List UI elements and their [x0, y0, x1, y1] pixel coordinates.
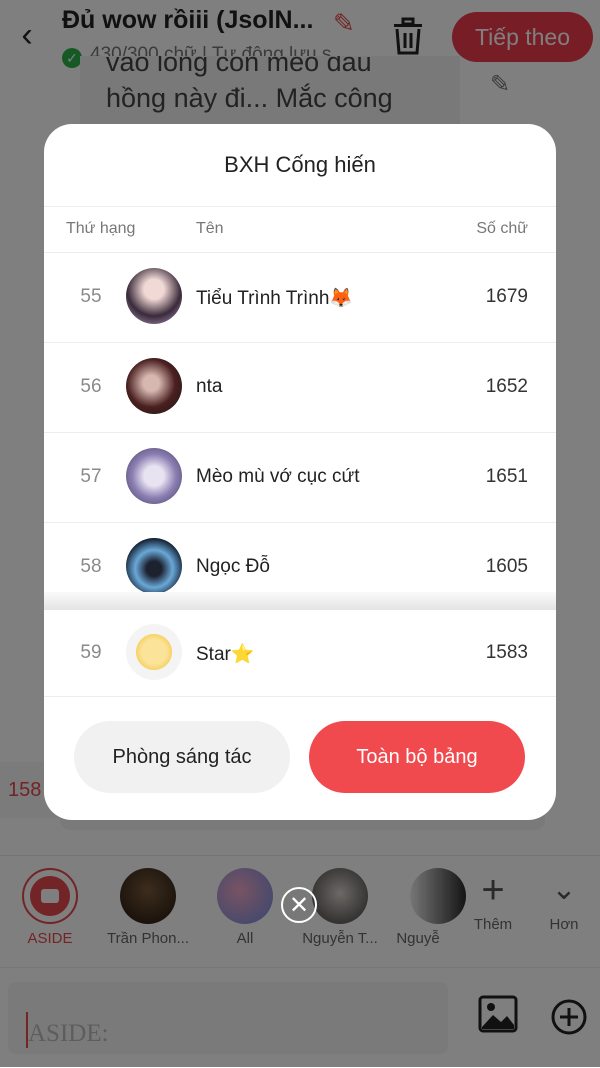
rank-cell: 57 [80, 466, 102, 487]
table-row[interactable]: 55 Tiểu Trình Trình🦊 1679 [44, 252, 556, 343]
count-cell: 1651 [485, 466, 528, 487]
avatar [126, 268, 182, 324]
count-cell: 1583 [485, 642, 528, 663]
scroll-fold [44, 592, 556, 610]
rank-cell: 56 [80, 376, 102, 397]
rank-cell: 55 [80, 286, 102, 307]
name-cell: Star⭐ [196, 644, 255, 665]
modal-title: BXH Cống hiến [44, 124, 556, 207]
table-row[interactable]: 56 nta 1652 [44, 342, 556, 433]
table-header: Thứ hạng Tên Số chữ [44, 206, 556, 253]
writing-room-button[interactable]: Phòng sáng tác [74, 721, 290, 793]
name-cell: Mèo mù vớ cục cứt [196, 466, 360, 487]
leaderboard-modal: BXH Cống hiến Thứ hạng Tên Số chữ 55 Tiể… [44, 124, 556, 820]
col-count-header: Số chữ [476, 220, 528, 237]
col-name-header: Tên [196, 220, 224, 237]
avatar [126, 624, 182, 680]
col-rank-header: Thứ hạng [66, 220, 136, 237]
name-cell: Tiểu Trình Trình🦊 [196, 288, 354, 309]
name-cell: nta [196, 376, 223, 397]
rank-cell: 59 [80, 642, 102, 663]
count-cell: 1605 [485, 556, 528, 577]
full-leaderboard-button[interactable]: Toàn bộ bảng [309, 721, 525, 793]
count-cell: 1679 [485, 286, 528, 307]
rank-cell: 58 [80, 556, 102, 577]
table-row[interactable]: 59 Star⭐ 1583 [44, 610, 556, 697]
table-row[interactable]: 57 Mèo mù vớ cục cứt 1651 [44, 432, 556, 523]
avatar [126, 448, 182, 504]
name-cell: Ngọc Đỗ [196, 556, 270, 577]
avatar [126, 538, 182, 594]
count-cell: 1652 [485, 376, 528, 397]
close-icon[interactable]: ✕ [281, 887, 317, 923]
avatar [126, 358, 182, 414]
